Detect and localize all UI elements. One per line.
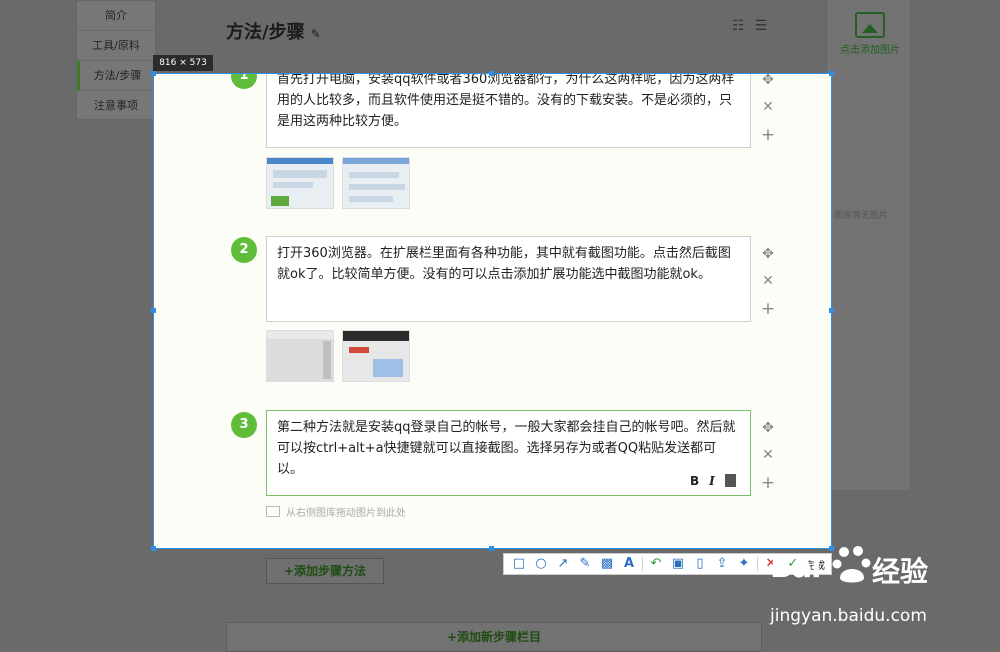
sidebar-item-notes[interactable]: 注意事项 (77, 91, 155, 121)
step-2-image-1[interactable] (266, 330, 334, 382)
rectangle-tool-icon[interactable]: □ (508, 554, 530, 574)
drag-hint: 从右侧图库拖动图片到此处 (266, 504, 406, 519)
drag-hint-text: 从右侧图库拖动图片到此处 (286, 508, 406, 519)
article-sidebar-nav: 简介 工具/原料 方法/步骤 注意事项 (76, 0, 156, 121)
add-image-button[interactable]: 点击添加图片 (838, 12, 902, 56)
watermark-url: jingyan.baidu.com (770, 606, 927, 626)
resize-handle-left[interactable] (151, 308, 156, 313)
pencil-icon[interactable]: ✎ (311, 27, 321, 41)
resize-handle-top[interactable] (489, 71, 494, 76)
image-library-panel (826, 0, 910, 490)
toolbar-divider (757, 557, 758, 571)
add-icon[interactable]: + (759, 299, 777, 319)
step-1-image-2[interactable] (342, 157, 410, 209)
step-2-image-2[interactable] (342, 330, 410, 382)
page-title: 方法/步骤 ✎ (226, 18, 321, 44)
watermark-brand: Bai (770, 550, 821, 585)
step-text-1[interactable]: 首先打开电脑，安装qq软件或者360浏览器都行，为什么这两样呢，因为这两样用的人… (266, 74, 751, 148)
list-view-icons: ☷☰ (732, 18, 777, 34)
resize-handle-bottom-left[interactable] (151, 546, 156, 551)
step-number-1: 1 (231, 74, 257, 89)
bold-button[interactable]: B (690, 474, 699, 488)
pin-icon[interactable]: ✦ (733, 554, 755, 574)
share-icon[interactable]: ⇪ (711, 554, 733, 574)
page-title-text: 方法/步骤 (226, 22, 305, 43)
ellipse-tool-icon[interactable]: ○ (530, 554, 552, 574)
resize-handle-top-right[interactable] (829, 71, 834, 76)
add-section-button[interactable]: +添加新步骤栏目 (226, 622, 762, 652)
resize-handle-right[interactable] (829, 308, 834, 313)
step-number-3: 3 (231, 412, 257, 438)
step-text-2[interactable]: 打开360浏览器。在扩展栏里面有各种功能，其中就有截图功能。点击然后截图就ok了… (266, 236, 751, 322)
add-image-label: 点击添加图片 (840, 45, 900, 56)
unordered-list-icon[interactable]: ☰ (755, 18, 778, 34)
image-add-icon (855, 12, 885, 38)
step-text-3[interactable]: 第二种方法就是安装qq登录自己的帐号，一般大家都会挂自己的帐号吧。然后就可以按c… (266, 410, 751, 496)
rich-text-toolbar: BI (690, 474, 746, 488)
pen-tool-icon[interactable]: ✎ (574, 554, 596, 574)
sidebar-item-steps[interactable]: 方法/步骤 (77, 61, 155, 91)
text-tool-icon[interactable]: A (618, 554, 640, 574)
sidebar-item-intro[interactable]: 简介 (77, 1, 155, 31)
save-icon[interactable] (724, 474, 736, 487)
capture-size-badge: 816 × 573 (153, 55, 213, 71)
resize-handle-top-left[interactable] (151, 71, 156, 76)
paw-logo-icon (832, 546, 871, 583)
toolbar-divider (642, 557, 643, 571)
step-number-2: 2 (231, 237, 257, 263)
arrow-tool-icon[interactable]: ↗ (552, 554, 574, 574)
delete-icon[interactable]: ✕ (759, 273, 777, 289)
ordered-list-icon[interactable]: ☷ (732, 18, 755, 34)
mosaic-tool-icon[interactable]: ▩ (596, 554, 618, 574)
image-placeholder-icon (266, 506, 280, 517)
copy-icon[interactable]: ▯ (689, 554, 711, 574)
step-1-image-1[interactable] (266, 157, 334, 209)
add-icon[interactable]: + (759, 125, 777, 145)
move-icon[interactable]: ✥ (759, 74, 777, 88)
library-empty-tip: 图库暂无图片 (834, 211, 889, 221)
undo-icon[interactable]: ↶ (645, 554, 667, 574)
delete-icon[interactable]: ✕ (759, 447, 777, 463)
watermark-brand-cn: 经验 (872, 555, 929, 588)
save-icon[interactable]: ▣ (667, 554, 689, 574)
add-step-button[interactable]: +添加步骤方法 (266, 558, 384, 584)
move-icon[interactable]: ✥ (759, 420, 777, 436)
move-icon[interactable]: ✥ (759, 246, 777, 262)
italic-button[interactable]: I (709, 474, 715, 488)
resize-handle-bottom[interactable] (489, 546, 494, 551)
delete-icon[interactable]: ✕ (759, 99, 777, 115)
baidu-jingyan-watermark: Bai 经验 jingyan.baidu.com (770, 544, 970, 634)
sidebar-item-tools[interactable]: 工具/原料 (77, 31, 155, 61)
add-icon[interactable]: + (759, 473, 777, 493)
